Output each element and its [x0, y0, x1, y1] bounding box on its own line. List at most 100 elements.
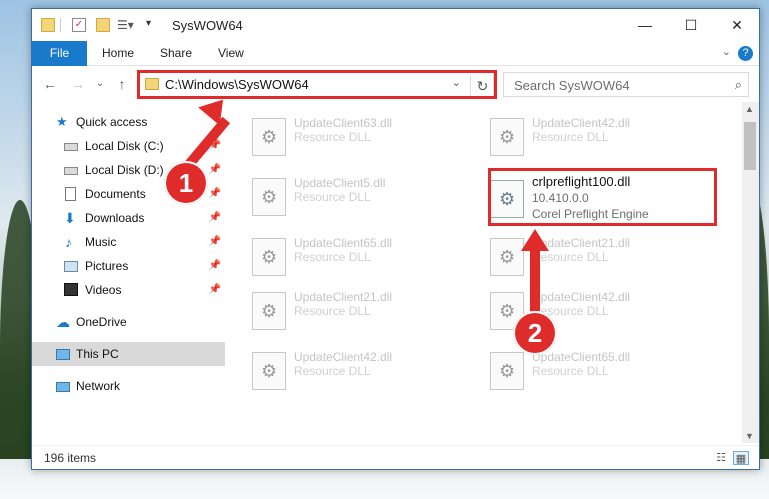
search-placeholder: Search SysWOW64	[514, 78, 630, 93]
dll-file-icon	[252, 292, 286, 330]
dll-file-icon	[252, 118, 286, 156]
customize-quick-access-icon[interactable]: ☰▾	[117, 18, 134, 32]
file-name: UpdateClient42.dll	[294, 350, 393, 364]
file-type: Resource DLL	[294, 250, 371, 264]
pin-icon[interactable]: 📌	[209, 158, 221, 182]
status-bar: 196 items ☷ ▦	[32, 445, 759, 469]
dll-file-icon	[252, 238, 286, 276]
file-item[interactable]: UpdateClient5.dll Resource DLL	[252, 172, 482, 220]
help-icon[interactable]: ?	[738, 46, 753, 61]
scroll-up-icon[interactable]: ▲	[745, 104, 754, 114]
tab-home[interactable]: Home	[102, 41, 134, 66]
ribbon-tabs: File Home Share View ⌄ ?	[32, 41, 759, 66]
file-type: Resource DLL	[532, 130, 609, 144]
new-folder-icon[interactable]	[96, 18, 110, 32]
search-input[interactable]: Search SysWOW64 ⌕	[503, 72, 749, 97]
dll-file-icon	[252, 352, 286, 390]
sidebar-item-label: OneDrive	[76, 315, 127, 329]
window-title: SysWOW64	[172, 18, 243, 33]
file-item[interactable]: UpdateClient65.dll Resource DLL	[252, 232, 482, 280]
videos-icon	[64, 283, 78, 296]
sidebar-item-downloads[interactable]: ⬇ Downloads 📌	[32, 206, 225, 230]
vertical-scrollbar[interactable]: ▲ ▼	[742, 102, 759, 443]
explorer-window: ✓ ☰▾ ▾ SysWOW64 — ☐ ✕ File Home Share Vi…	[31, 8, 760, 470]
details-view-icon[interactable]: ☷	[713, 451, 729, 465]
dll-file-icon	[490, 238, 524, 276]
dll-file-icon	[252, 178, 286, 216]
file-list: UpdateClient63.dll Resource DLL UpdateCl…	[228, 102, 742, 443]
file-name: UpdateClient42.dll	[532, 116, 631, 130]
sidebar-item-label: Videos	[85, 283, 122, 297]
title-bar: ✓ ☰▾ ▾ SysWOW64 — ☐ ✕	[32, 9, 759, 41]
properties-icon[interactable]: ✓	[72, 18, 86, 32]
file-item[interactable]: UpdateClient65.dll Resource DLL	[490, 346, 720, 394]
pin-icon[interactable]: 📌	[209, 182, 221, 206]
pictures-icon	[64, 261, 78, 272]
drive-icon	[64, 143, 78, 151]
maximize-button[interactable]: ☐	[668, 9, 714, 41]
sidebar-item-videos[interactable]: Videos 📌	[32, 278, 225, 302]
file-name: UpdateClient65.dll	[532, 350, 631, 364]
file-item[interactable]: UpdateClient21.dll Resource DLL	[252, 286, 482, 334]
file-item[interactable]: UpdateClient42.dll Resource DLL	[252, 346, 482, 394]
file-name: UpdateClient21.dll	[294, 290, 393, 304]
sidebar-item-this-pc[interactable]: This PC	[32, 342, 225, 366]
sidebar-item-label: Music	[85, 235, 117, 249]
network-icon	[56, 382, 70, 392]
pin-icon[interactable]: 📌	[209, 230, 221, 254]
item-count: 196 items	[44, 451, 97, 465]
file-name: UpdateClient42.dll	[532, 290, 631, 304]
tab-share[interactable]: Share	[160, 41, 192, 66]
arrow-2-head	[521, 229, 549, 251]
tiles-view-icon[interactable]: ▦	[733, 451, 749, 465]
sidebar-item-label: Quick access	[76, 115, 148, 129]
tab-file[interactable]: File	[32, 41, 87, 66]
file-type: Resource DLL	[532, 250, 609, 264]
sidebar-item-label: This PC	[76, 347, 119, 361]
chevron-down-icon[interactable]: ▾	[146, 18, 160, 32]
arrow-2-shaft	[530, 249, 540, 311]
search-icon: ⌕	[734, 77, 742, 92]
up-button[interactable]: ↑	[112, 75, 132, 93]
documents-icon	[65, 187, 76, 201]
address-highlight-outline	[137, 70, 497, 99]
sidebar-item-onedrive[interactable]: ☁ OneDrive	[32, 310, 225, 334]
dll-file-icon	[490, 118, 524, 156]
sidebar-item-network[interactable]: Network	[32, 374, 225, 398]
folder-icon	[41, 18, 55, 32]
file-item[interactable]: UpdateClient42.dll Resource DLL	[490, 112, 720, 160]
cloud-icon: ☁	[56, 314, 70, 330]
sidebar-item-label: Local Disk (D:)	[85, 163, 164, 177]
pin-icon[interactable]: 📌	[209, 206, 221, 230]
download-icon: ⬇	[64, 210, 76, 226]
sidebar-item-label: Downloads	[85, 211, 145, 225]
drive-icon	[64, 167, 78, 175]
sidebar-item-pictures[interactable]: Pictures 📌	[32, 254, 225, 278]
back-button[interactable]: ←	[40, 75, 60, 93]
sidebar-item-quick-access[interactable]: ★ Quick access	[32, 110, 225, 134]
forward-button[interactable]: →	[68, 75, 88, 93]
tab-view[interactable]: View	[218, 41, 244, 66]
file-name: UpdateClient63.dll	[294, 116, 393, 130]
sidebar-item-label: Local Disk (C:)	[85, 139, 164, 153]
navigation-bar: ← → ⌄ ↑ C:\Windows\SysWOW64 ⌄ ↻ Search S…	[32, 67, 759, 101]
file-highlight-outline	[488, 168, 717, 226]
step-marker-1: 1	[164, 161, 208, 205]
pin-icon[interactable]: 📌	[209, 278, 221, 302]
music-icon: ♪	[65, 234, 72, 250]
computer-icon	[56, 349, 70, 360]
pin-icon[interactable]: 📌	[209, 254, 221, 278]
sidebar-item-music[interactable]: ♪ Music 📌	[32, 230, 225, 254]
close-button[interactable]: ✕	[714, 9, 760, 41]
expand-ribbon-icon[interactable]: ⌄	[722, 45, 731, 58]
file-type: Resource DLL	[294, 130, 371, 144]
sidebar-item-label: Pictures	[85, 259, 129, 273]
scroll-down-icon[interactable]: ▼	[745, 431, 754, 441]
step-marker-2: 2	[513, 311, 557, 355]
file-name: UpdateClient5.dll	[294, 176, 386, 190]
recent-locations-button[interactable]: ⌄	[90, 75, 110, 93]
file-type: Resource DLL	[294, 364, 371, 378]
scrollbar-thumb[interactable]	[744, 122, 756, 170]
minimize-button[interactable]: —	[622, 9, 668, 41]
file-item[interactable]: UpdateClient63.dll Resource DLL	[252, 112, 482, 160]
